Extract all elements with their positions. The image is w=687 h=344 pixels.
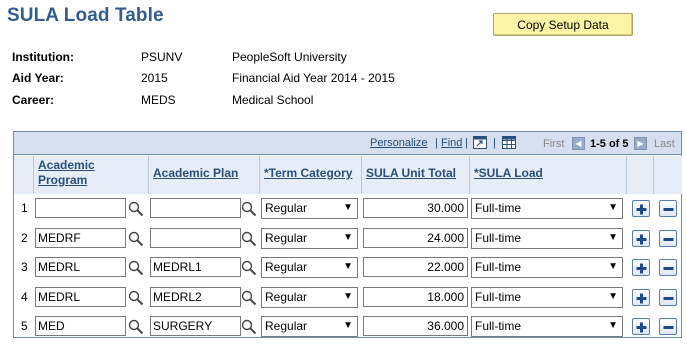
sula-load-header[interactable]: *SULA Load bbox=[470, 156, 627, 194]
sula-unit-total-input[interactable]: 18.000 bbox=[363, 286, 468, 307]
row-range: 1-5 of 5 bbox=[590, 138, 629, 150]
view-all-icon[interactable] bbox=[473, 136, 487, 149]
program-lookup-icon[interactable] bbox=[128, 260, 144, 276]
dropdown-arrow-icon: ▼ bbox=[343, 290, 353, 302]
academic-plan-input[interactable]: SURGERY bbox=[150, 316, 241, 336]
copy-setup-data-button[interactable]: Copy Setup Data bbox=[493, 13, 633, 36]
sula-load-select[interactable]: Full-time ▼ bbox=[471, 257, 623, 278]
career-label: Career: bbox=[12, 93, 55, 107]
academic-program-input[interactable]: MEDRL bbox=[35, 257, 126, 277]
program-lookup-icon[interactable] bbox=[128, 231, 144, 247]
academic-plan-input[interactable] bbox=[150, 227, 241, 248]
dropdown-arrow-icon: ▼ bbox=[608, 202, 618, 213]
term-category-select[interactable]: Regular ▼ bbox=[261, 257, 358, 278]
last-label: Last bbox=[654, 138, 675, 150]
academic-plan-input[interactable] bbox=[150, 198, 241, 218]
academic-plan-header[interactable]: Academic Plan bbox=[149, 156, 260, 194]
dropdown-arrow-icon: ▼ bbox=[343, 231, 353, 243]
download-grid-icon[interactable] bbox=[502, 136, 516, 149]
sula-unit-total-input[interactable]: 24.000 bbox=[363, 227, 468, 248]
add-row-button[interactable] bbox=[632, 259, 650, 276]
sula-load-select[interactable]: Full-time ▼ bbox=[471, 316, 623, 337]
add-row-button[interactable] bbox=[632, 200, 650, 217]
sula-unit-total-input[interactable]: 22.000 bbox=[363, 257, 468, 277]
table-row: 1 Regular ▼ 30.000 Full-time ▼ bbox=[14, 194, 681, 223]
academic-plan-input[interactable]: MEDRL1 bbox=[150, 257, 241, 277]
table-row: 5 MED SURGERY Regular ▼ 36.000 Full-time ▼ bbox=[14, 312, 681, 341]
dropdown-arrow-icon: ▼ bbox=[343, 261, 353, 272]
sula-load-select[interactable]: Full-time ▼ bbox=[471, 198, 623, 219]
term-category-header[interactable]: *Term Category bbox=[260, 156, 362, 194]
next-arrow-icon[interactable]: ▶ bbox=[634, 137, 647, 150]
add-column-header bbox=[627, 156, 654, 194]
sula-load-select[interactable]: Full-time ▼ bbox=[471, 227, 623, 249]
institution-code: PSUNV bbox=[141, 50, 183, 64]
program-lookup-icon[interactable] bbox=[128, 319, 144, 335]
plan-lookup-icon[interactable] bbox=[241, 290, 257, 306]
table-row: 3 MEDRL MEDRL1 Regular ▼ 22.000 Full-time ▼ bbox=[14, 253, 681, 282]
academic-program-input[interactable]: MEDRF bbox=[35, 227, 126, 248]
plan-lookup-icon[interactable] bbox=[241, 260, 257, 276]
plan-lookup-icon[interactable] bbox=[241, 201, 257, 217]
aid-year-label: Aid Year: bbox=[12, 71, 64, 85]
dropdown-arrow-icon: ▼ bbox=[608, 290, 618, 302]
academic-program-input[interactable]: MEDRL bbox=[35, 286, 126, 307]
program-lookup-icon[interactable] bbox=[128, 201, 144, 217]
program-lookup-icon[interactable] bbox=[128, 290, 144, 306]
row-number: 3 bbox=[21, 260, 28, 274]
academic-plan-input[interactable]: MEDRL2 bbox=[150, 286, 241, 307]
row-number: 2 bbox=[21, 230, 28, 245]
plan-lookup-icon[interactable] bbox=[241, 231, 257, 247]
nav-separator: | bbox=[435, 137, 438, 149]
previous-arrow-icon[interactable]: ◀ bbox=[572, 137, 585, 150]
academic-program-input[interactable]: MED bbox=[35, 316, 126, 336]
grid-navigation-bar: Personalize | Find | | First ◀ 1-5 of 5 … bbox=[14, 132, 681, 155]
dropdown-arrow-icon: ▼ bbox=[608, 320, 618, 331]
term-category-select[interactable]: Regular ▼ bbox=[261, 286, 358, 308]
aid-year-code: 2015 bbox=[141, 71, 168, 85]
find-link[interactable]: Find bbox=[441, 137, 462, 149]
dropdown-arrow-icon: ▼ bbox=[343, 320, 353, 331]
add-row-button[interactable] bbox=[632, 318, 650, 335]
academic-program-header[interactable]: Academic Program bbox=[34, 156, 149, 194]
institution-description: PeopleSoft University bbox=[232, 50, 347, 64]
add-row-button[interactable] bbox=[632, 288, 650, 306]
table-row: 4 MEDRL MEDRL2 Regular ▼ 18.000 Full-time ▼ bbox=[14, 283, 681, 312]
page-title: SULA Load Table bbox=[7, 5, 164, 26]
delete-row-button[interactable] bbox=[659, 318, 677, 335]
career-description: Medical School bbox=[232, 93, 314, 107]
row-number-header bbox=[14, 156, 34, 194]
delete-row-button[interactable] bbox=[659, 229, 677, 247]
sula-load-grid: Personalize | Find | | First ◀ 1-5 of 5 … bbox=[13, 131, 682, 338]
row-number: 4 bbox=[21, 289, 28, 304]
delete-row-button[interactable] bbox=[659, 288, 677, 306]
academic-program-input[interactable] bbox=[35, 198, 126, 218]
dropdown-arrow-icon: ▼ bbox=[343, 202, 353, 213]
nav-separator-3: | bbox=[493, 137, 496, 149]
sula-unit-total-header[interactable]: SULA Unit Total bbox=[362, 156, 470, 194]
sula-unit-total-input[interactable]: 36.000 bbox=[363, 316, 468, 336]
plan-lookup-icon[interactable] bbox=[241, 319, 257, 335]
add-row-button[interactable] bbox=[632, 229, 650, 247]
career-code: MEDS bbox=[141, 93, 176, 107]
term-category-select[interactable]: Regular ▼ bbox=[261, 316, 358, 337]
personalize-link[interactable]: Personalize bbox=[370, 137, 427, 149]
row-number: 1 bbox=[21, 201, 28, 215]
institution-label: Institution: bbox=[12, 50, 74, 64]
aid-year-description: Financial Aid Year 2014 - 2015 bbox=[232, 71, 395, 85]
term-category-select[interactable]: Regular ▼ bbox=[261, 227, 358, 249]
delete-row-button[interactable] bbox=[659, 200, 677, 217]
sula-load-select[interactable]: Full-time ▼ bbox=[471, 286, 623, 308]
dropdown-arrow-icon: ▼ bbox=[608, 231, 618, 243]
table-row: 2 MEDRF Regular ▼ 24.000 Full-time ▼ bbox=[14, 224, 681, 253]
first-label: First bbox=[543, 138, 565, 150]
term-category-select[interactable]: Regular ▼ bbox=[261, 198, 358, 219]
nav-separator-2: | bbox=[465, 137, 468, 149]
delete-column-header bbox=[654, 156, 682, 194]
delete-row-button[interactable] bbox=[659, 259, 677, 276]
row-number: 5 bbox=[21, 319, 28, 333]
sula-unit-total-input[interactable]: 30.000 bbox=[363, 198, 468, 218]
dropdown-arrow-icon: ▼ bbox=[608, 261, 618, 272]
